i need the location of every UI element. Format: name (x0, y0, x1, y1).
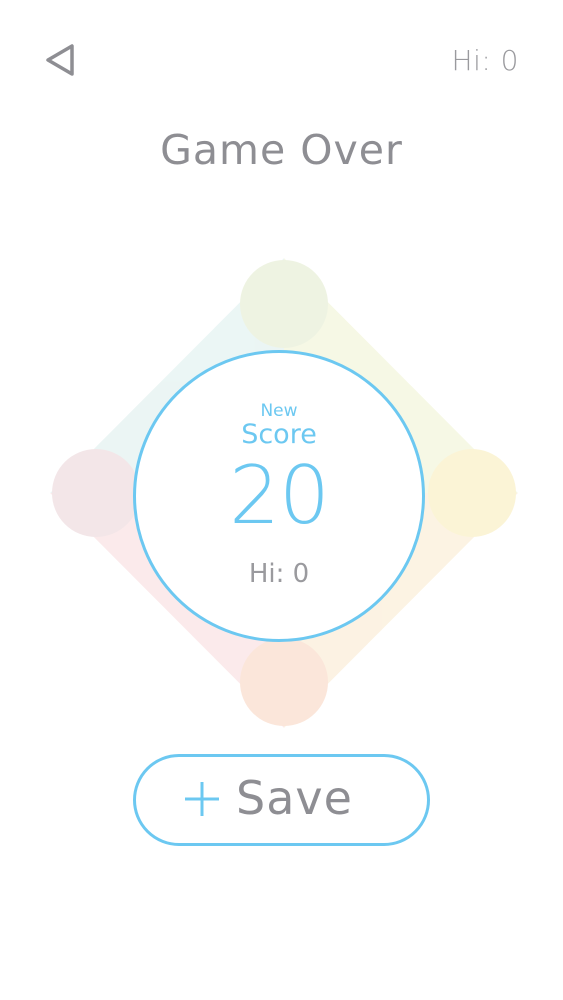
pad-node-bottom (240, 638, 328, 726)
plus-icon (185, 782, 219, 816)
score-circle: New Score 20 Hi: 0 (133, 350, 425, 642)
header-hi-score: Hi: 0 (451, 44, 519, 77)
pad-node-right (428, 449, 516, 537)
back-button[interactable] (40, 40, 80, 80)
score-label: Score (241, 419, 317, 450)
save-button[interactable]: Save (133, 754, 430, 846)
pad-node-top (240, 260, 328, 348)
page-title: Game Over (160, 126, 403, 174)
save-label: Save (236, 771, 353, 825)
score-value: 20 (229, 449, 330, 542)
back-triangle-icon (46, 44, 74, 76)
score-hi-label: Hi: 0 (248, 559, 310, 589)
pad-node-left (52, 449, 140, 537)
new-label: New (260, 401, 298, 421)
